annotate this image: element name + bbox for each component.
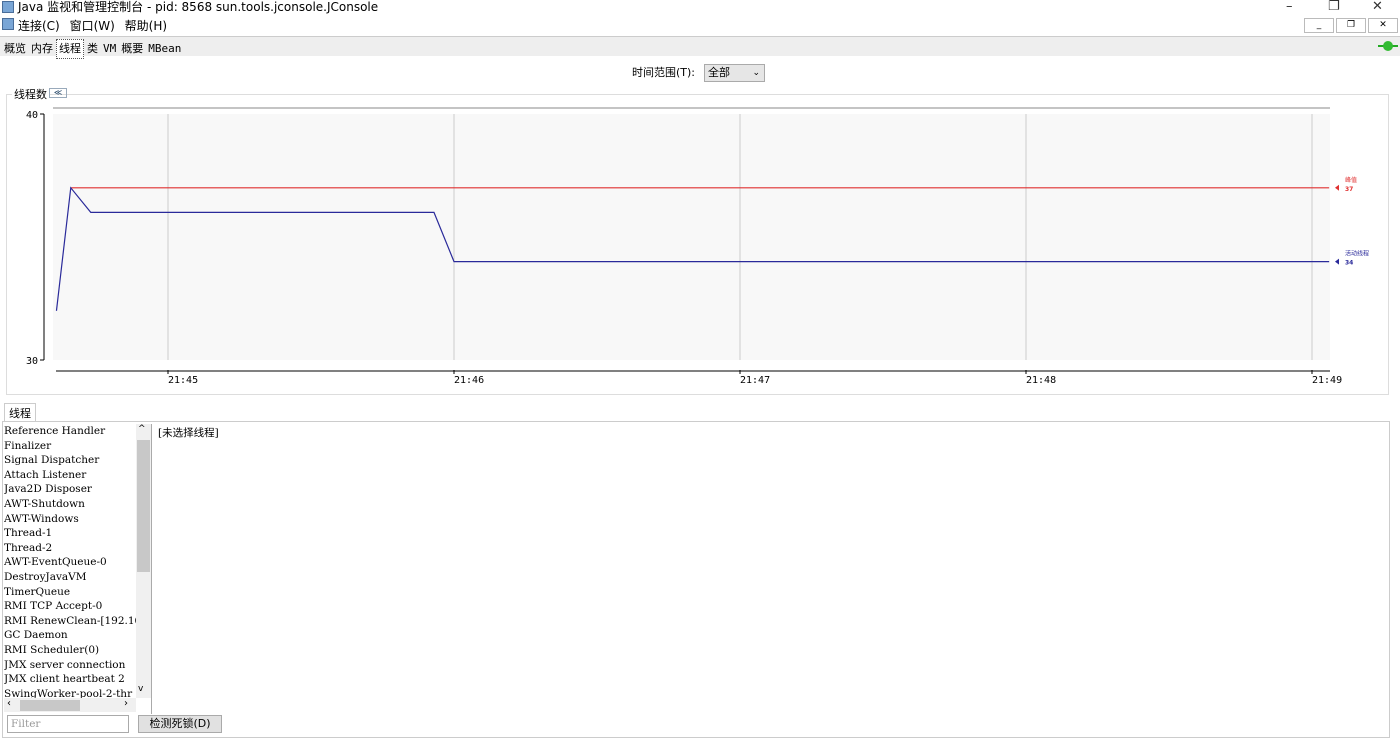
plot-area [53,114,1330,360]
mdi-close-button[interactable]: ✕ [1368,18,1398,33]
y-tick-label: 40 [26,110,38,121]
scroll-right-icon[interactable]: › [124,698,128,709]
thread-list-item[interactable]: Signal Dispatcher [4,453,136,468]
thread-list-item[interactable]: Finalizer [4,439,136,454]
maximize-button[interactable]: ❐ [1328,0,1340,14]
split-divider[interactable] [151,424,154,714]
thread-list-item[interactable]: GC Daemon [4,628,136,643]
time-range-value: 全部 [708,66,730,79]
thread-list-item[interactable]: TimerQueue [4,585,136,600]
threads-area [2,421,1390,738]
thread-list-item[interactable]: RMI Scheduler(0) [4,643,136,658]
tab-overview[interactable]: 概览 [2,40,28,58]
thread-list-item[interactable]: Thread-2 [4,541,136,556]
tab-memory[interactable]: 内存 [29,40,55,58]
legend-value: 37 [1345,186,1353,193]
thread-list-item[interactable]: AWT-EventQueue-0 [4,555,136,570]
mdi-restore-button[interactable]: ❐ [1336,18,1366,33]
thread-list-item[interactable]: AWT-Windows [4,512,136,527]
menu-help[interactable]: 帮助(H) [125,19,167,33]
tab-mbean[interactable]: MBean [146,40,183,58]
connection-status-icon [1378,41,1398,51]
thread-list-item[interactable]: RMI TCP Accept-0 [4,599,136,614]
scroll-down-icon[interactable]: v [138,684,143,694]
filter-input[interactable]: Filter [7,715,129,733]
threads-subtab[interactable]: 线程 [4,403,36,422]
tab-threads[interactable]: 线程 [56,39,84,59]
time-range-label: 时间范围(T): [632,66,696,79]
thread-detail: [未选择线程] [158,427,219,439]
title-bar: Java 监视和管理控制台 - pid: 8568 sun.tools.jcon… [0,0,1400,15]
thread-chart: 21:45 21:46 21:47 21:48 21:49 30 40 峰值 37 活动线程 34 [26,107,1369,386]
menu-connect[interactable]: 连接(C) [18,19,60,33]
thread-list-item[interactable]: Thread-1 [4,526,136,541]
legend-name: 活动线程 [1345,250,1369,258]
tab-summary[interactable]: 概要 [119,40,145,58]
collapse-button[interactable]: ≪ [49,88,67,98]
vertical-scroll-thumb[interactable] [137,440,150,572]
thread-list-item[interactable]: SwingWorker-pool-2-thr [4,687,136,698]
thread-list-item[interactable]: Reference Handler [4,424,136,439]
chevron-down-icon: ⌄ [752,68,760,78]
menu-window[interactable]: 窗口(W) [70,19,115,33]
minimize-button[interactable]: – [1286,0,1293,14]
window-title: Java 监视和管理控制台 - pid: 8568 sun.tools.jcon… [18,0,379,14]
legend-value: 34 [1345,260,1353,267]
x-tick-label: 21:47 [740,375,770,386]
x-tick-label: 21:48 [1026,375,1056,386]
thread-list-item[interactable]: RMI RenewClean-[192.16 [4,614,136,629]
thread-list-item[interactable]: DestroyJavaVM [4,570,136,585]
time-range-select[interactable]: 全部 ⌄ [704,64,765,82]
x-tick-label: 21:46 [454,375,484,386]
menu-bar: 连接(C) 窗口(W) 帮助(H) [0,16,1400,34]
legend-name: 峰值 [1345,176,1357,184]
thread-list-item[interactable]: Java2D Disposer [4,482,136,497]
detect-deadlock-button[interactable]: 检测死锁(D) [138,715,222,733]
tab-classes[interactable]: 类 [85,40,100,58]
thread-list-item[interactable]: JMX client heartbeat 2 [4,672,136,687]
thread-list-item[interactable]: JMX server connection [4,658,136,673]
java-app-icon [2,1,14,13]
scroll-left-icon[interactable]: ‹ [7,698,11,709]
thread-list-item[interactable]: AWT-Shutdown [4,497,136,512]
thread-list-item[interactable]: Attach Listener [4,468,136,483]
legend-marker [1335,258,1339,265]
horizontal-scroll-thumb[interactable] [20,700,80,711]
x-tick-label: 21:45 [168,375,198,386]
mdi-minimize-button[interactable]: _ [1304,18,1334,33]
tab-vm[interactable]: VM [101,40,118,58]
x-tick-label: 21:49 [1312,375,1342,386]
legend-marker [1335,184,1339,191]
thread-list[interactable]: Reference Handler Finalizer Signal Dispatc… [4,424,136,698]
tab-bar: 概览 内存 线程类 VM 概要 MBean [0,36,1400,59]
java-menu-icon[interactable] [2,18,14,30]
y-tick-label: 30 [26,356,38,367]
close-button[interactable]: ✕ [1372,0,1383,14]
scroll-up-icon[interactable]: ^ [138,424,146,434]
